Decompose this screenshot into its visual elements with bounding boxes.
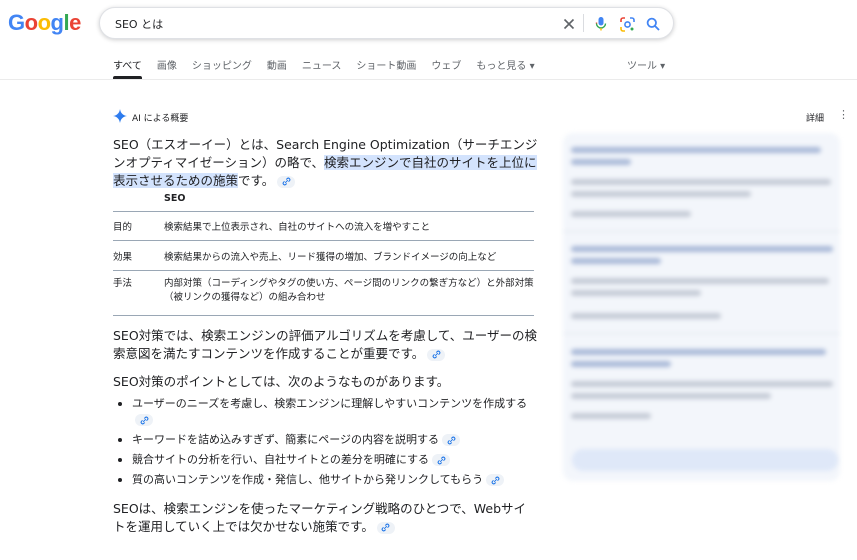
blurred-show-all-button[interactable] (572, 449, 838, 471)
clear-icon[interactable] (561, 16, 577, 32)
search-box[interactable]: SEO とは (99, 7, 674, 39)
ai-overview-header: AI による概要 (113, 109, 188, 126)
table-row: 効果 検索結果からの流入や売上、リード獲得の増加、ブランドイメージの向上など (113, 241, 534, 271)
tools-button[interactable]: ツール ▾ (627, 57, 665, 72)
list-item: キーワードを詰め込みすぎず、簡素にページの内容を説明する (113, 432, 538, 448)
table-row-label: 手法 (113, 278, 133, 289)
table-row-label: 目的 (113, 222, 133, 233)
tab-news[interactable]: ニュース (302, 57, 342, 79)
source-link-icon[interactable] (376, 521, 395, 534)
source-link-icon[interactable] (427, 348, 446, 361)
tab-videos[interactable]: 動画 (267, 57, 287, 79)
logo-letter: g (50, 10, 64, 35)
logo-letter: o (24, 10, 38, 35)
table-header-seo: SEO (164, 193, 186, 204)
blurred-sources-panel (563, 133, 840, 481)
list-item: 質の高いコンテンツを作成・発信し、他サイトから発リンクしてもらう (113, 472, 538, 488)
list-item: 競合サイトの分析を行い、自社サイトとの差分を明確にする (113, 452, 538, 468)
table-row-value: 検索結果で上位表示され、自社のサイトへの流入を増やすこと (164, 222, 431, 233)
table-row-value: 検索結果からの流入や売上、リード獲得の増加、ブランドイメージの向上など (164, 251, 497, 263)
table-header-row: SEO (113, 186, 534, 212)
paragraph-text: SEO対策では、検索エンジンの評価アルゴリズムを考慮して、ユーザーの検索意図を満… (113, 328, 538, 361)
source-link-icon[interactable] (486, 474, 505, 486)
more-options-icon[interactable]: ⋮ (838, 109, 849, 120)
logo-letter: e (69, 10, 81, 35)
seo-summary-table: SEO 目的 検索結果で上位表示され、自社のサイトへの流入を増やすこと 効果 検… (113, 186, 534, 316)
ai-paragraph-4: SEOは、検索エンジンを使ったマーケティング戦略のひとつで、Webサイトを運用し… (113, 500, 538, 536)
tab-web[interactable]: ウェブ (431, 57, 461, 79)
source-link-icon[interactable] (135, 414, 153, 426)
seo-points-list: ユーザーのニーズを考慮し、検索エンジンに理解しやすいコンテンツを作成する キーワ… (113, 396, 538, 492)
microphone-icon[interactable] (593, 16, 609, 32)
logo-letter: G (8, 10, 25, 35)
list-item: ユーザーのニーズを考慮し、検索エンジンに理解しやすいコンテンツを作成する (113, 396, 538, 428)
tab-short-videos[interactable]: ショート動画 (356, 57, 416, 79)
table-row: 手法 内部対策（コーディングやタグの使い方、ページ間のリンクの繋ぎ方など）と外部… (113, 271, 534, 316)
header-divider (0, 79, 857, 80)
detail-button[interactable]: 詳細 (806, 111, 824, 124)
search-icon[interactable] (645, 16, 661, 32)
search-divider (583, 14, 584, 32)
source-link-icon[interactable] (432, 454, 450, 466)
source-link-icon[interactable] (442, 434, 461, 446)
table-row: 目的 検索結果で上位表示され、自社のサイトへの流入を増やすこと (113, 212, 534, 241)
ai-overview-label: AI による概要 (132, 114, 189, 124)
gemini-sparkle-icon (113, 109, 127, 126)
paragraph-text: SEOは、検索エンジンを使ったマーケティング戦略のひとつで、Webサイトを運用し… (113, 501, 527, 534)
tab-shopping[interactable]: ショッピング (192, 57, 252, 79)
ai-paragraph-2: SEO対策では、検索エンジンの評価アルゴリズムを考慮して、ユーザーの検索意図を満… (113, 327, 538, 363)
tab-more[interactable]: もっと見る ▾ (476, 57, 534, 79)
ai-paragraph-3: SEO対策のポイントとしては、次のようなものがあります。 (113, 374, 450, 389)
table-row-value: 内部対策（コーディングやタグの使い方、ページ間のリンクの繋ぎ方など）と外部対策（… (164, 278, 534, 303)
table-row-label: 効果 (113, 251, 133, 263)
ai-intro-paragraph: SEO（エスオーイー）とは、Search Engine Optimization… (113, 136, 538, 190)
search-tabs: すべて 画像 ショッピング 動画 ニュース ショート動画 ウェブ もっと見る ▾ (113, 57, 550, 79)
lens-camera-icon[interactable] (619, 16, 635, 32)
google-logo[interactable]: Google (8, 10, 81, 36)
search-input[interactable]: SEO とは (115, 16, 163, 32)
tab-images[interactable]: 画像 (157, 57, 177, 79)
logo-letter: o (37, 10, 51, 35)
